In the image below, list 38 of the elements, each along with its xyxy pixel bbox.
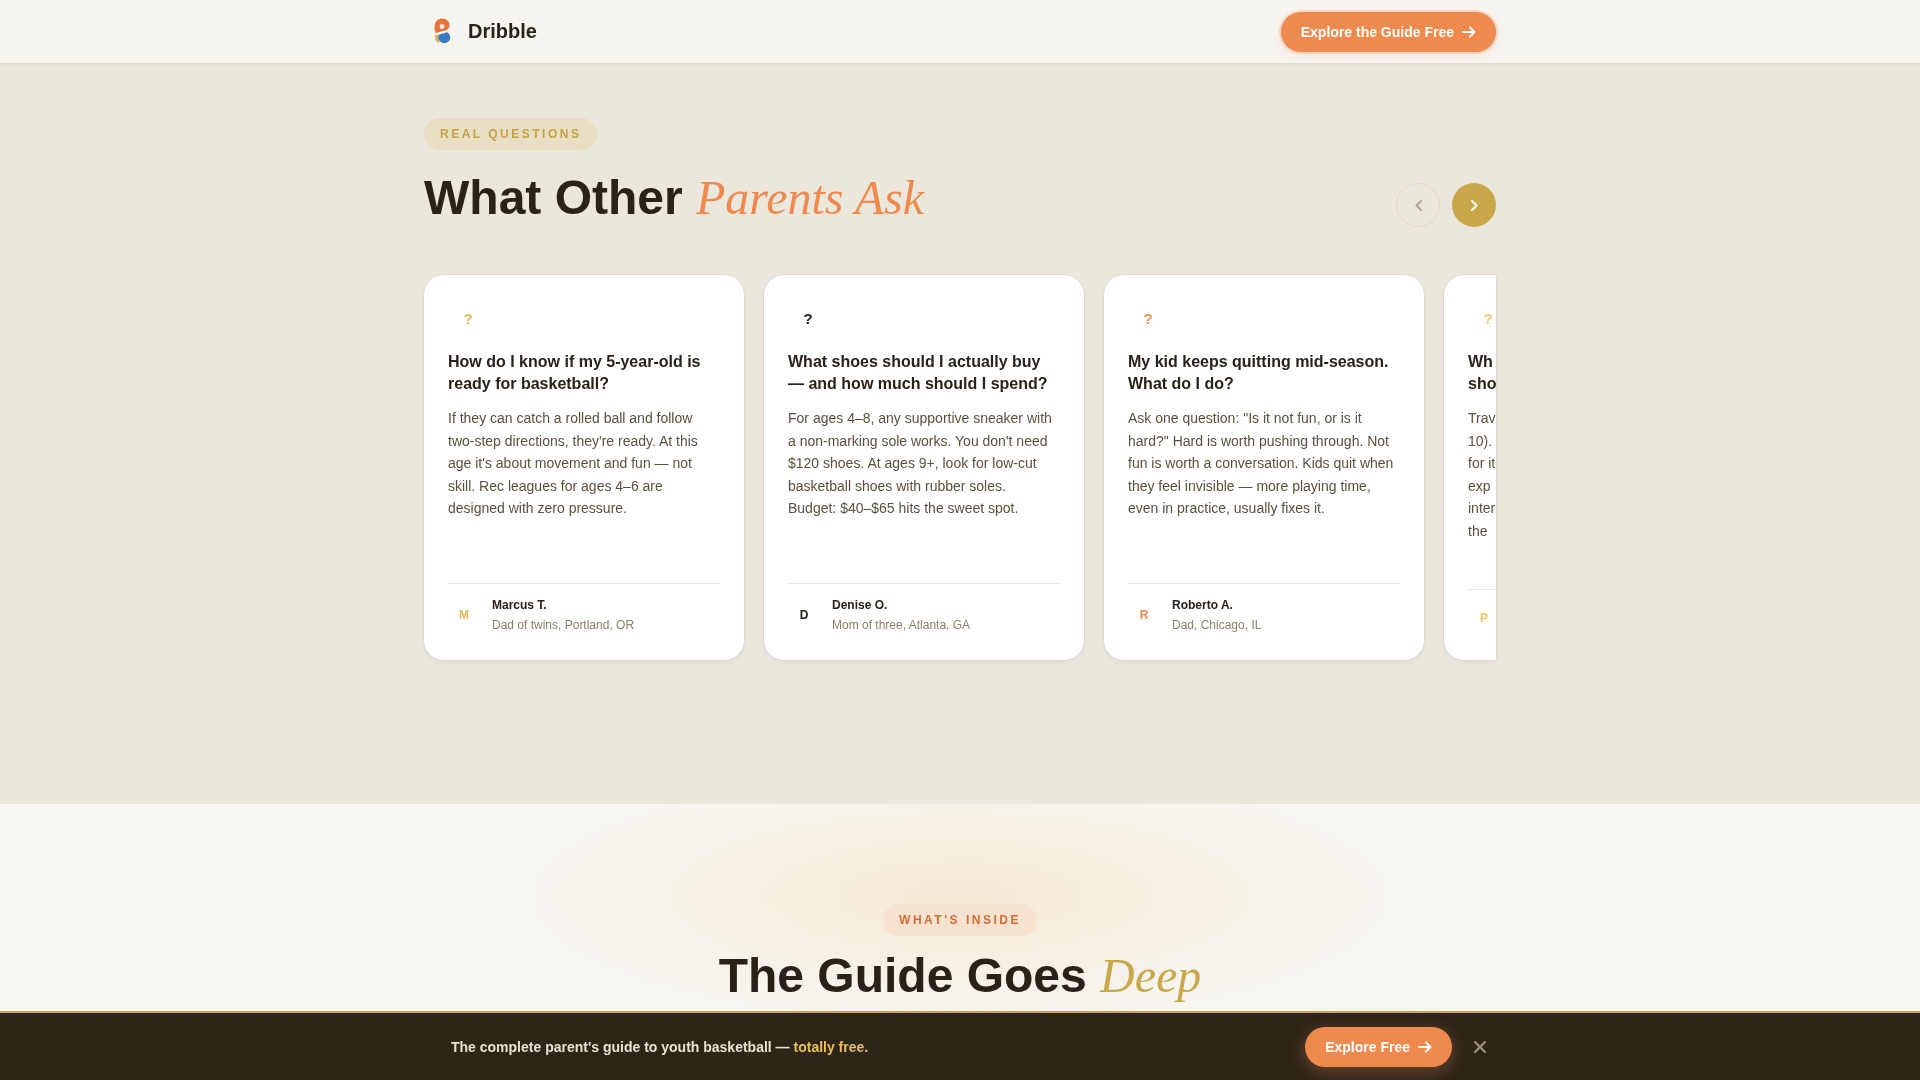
question-mark-icon: ? [463, 310, 473, 328]
close-button[interactable] [1474, 1040, 1486, 1053]
question-title: What shoes should I actually buy — and how much should I spend? [788, 352, 1049, 394]
avatar-initial: D [799, 608, 809, 622]
arrow-right-icon [1462, 25, 1476, 38]
explore-free-button[interactable]: Explore Free [1305, 1026, 1452, 1067]
author-name: Roberto A. [1172, 597, 1234, 614]
avatar-initial: M [459, 608, 469, 622]
section-heading: The Guide Goes Deep [718, 948, 1202, 1004]
answer-text: For ages 4–8, any supportive sneaker with a non-marking sole works. You don't need $120 shoes. At ages 9+, look for low-cut basketball shoes with rubber soles. Budget: $40–$65 hits the sweet spot. [788, 409, 1053, 519]
brand-name: Dribble [468, 20, 537, 43]
next-button[interactable] [1452, 183, 1496, 227]
promo-text: The complete parent's guide to youth basketball — totally free. [451, 1038, 869, 1055]
section-heading: What Other Parents Ask [424, 170, 924, 225]
close-icon [1474, 1040, 1486, 1053]
question-mark-icon: ? [1483, 310, 1493, 328]
question-mark-icon: ? [803, 310, 813, 328]
arrow-right-icon [1418, 1040, 1432, 1053]
answer-text: Ask one question: "Is it not fun, or is it hard?" Hard is worth pushing through. Not fun is worth a conversation. Kids quit when they feel invisible — more playing time, even in practice, usually fixes it. [1128, 409, 1395, 519]
avatar-initial: R [1139, 608, 1149, 622]
author-role: Mom of three, Atlanta, GA [832, 617, 971, 634]
author-role: Dad of twins, Portland, OR [492, 617, 635, 634]
author-name: Marcus T. [492, 597, 548, 614]
question-title: Wh sho [1468, 352, 1496, 394]
question-title: How do I know if my 5-year-old is ready for basketball? [448, 352, 702, 394]
logo-icon [432, 17, 452, 44]
answer-text: Trav 10). for it exp inter the [1468, 409, 1496, 541]
author-name: Denise O. [832, 597, 889, 614]
author-role: Dad, Chicago, IL [1172, 617, 1262, 634]
chevron-left-icon [1414, 199, 1422, 211]
chevron-right-icon [1470, 199, 1478, 211]
answer-text: If they can catch a rolled ball and follow two-step directions, they're ready. At this age it's about movement and fun — not skill. Rec leagues for ages 4–6 are designed with zero pressure. [448, 409, 699, 519]
question-mark-icon: ? [1143, 310, 1153, 328]
section-badge: WHAT'S INSIDE [883, 904, 1037, 936]
question-title: My kid keeps quitting mid-season. What do I do? [1128, 352, 1390, 394]
section-badge: REAL QUESTIONS [424, 118, 598, 150]
avatar-initial: P [1480, 611, 1488, 625]
explore-guide-button[interactable]: Explore the Guide Free [1280, 11, 1496, 52]
